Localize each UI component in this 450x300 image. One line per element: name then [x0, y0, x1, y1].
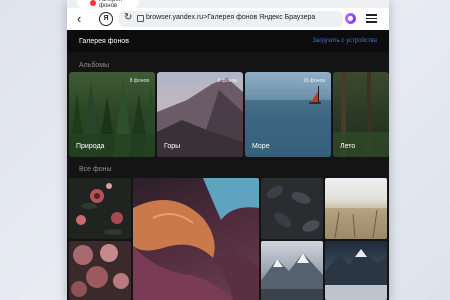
album-count: 8 фонов [129, 78, 149, 84]
snow-mountains-image [261, 253, 323, 300]
page-title: Галерея фонов [79, 38, 129, 45]
album-count: 8 фонов [217, 78, 237, 84]
wallpaper-tile-dark-leaves[interactable] [261, 178, 323, 239]
album-card-nature[interactable]: 8 фонов Природа [69, 72, 155, 157]
misty-peaks-image [325, 249, 387, 300]
browser-window: Галерея фонов ‹ Я ↻ browser.yandex.ru>Га… [67, 0, 389, 300]
tab-strip: Галерея фонов [67, 0, 389, 9]
album-label: Лето [340, 143, 356, 150]
yandex-tab-icon [90, 0, 96, 6]
hamburger-menu-icon[interactable] [366, 14, 377, 23]
roses-image [71, 244, 129, 297]
album-card-summer[interactable]: Лето [333, 72, 389, 157]
yandex-home-button[interactable]: Я [99, 12, 113, 26]
wallpaper-tile-roses[interactable] [69, 241, 131, 300]
album-count: 16 фонов [302, 78, 325, 84]
albums-section-title: Альбомы [79, 62, 110, 69]
album-card-mountains[interactable]: 8 фонов Горы [157, 72, 243, 157]
wallpaper-tile-field[interactable] [325, 178, 387, 239]
url-text[interactable]: browser.yandex.ru>Галерея фонов Яндекс Б… [146, 14, 315, 21]
field-image [325, 208, 387, 239]
back-arrow-icon[interactable]: ‹ [77, 12, 81, 25]
wallpaper-tile-canyon[interactable] [133, 178, 259, 300]
url-field[interactable]: ↻ browser.yandex.ru>Галерея фонов Яндекс… [119, 11, 343, 27]
canyon-image [133, 178, 259, 300]
album-label: Природа [76, 143, 105, 150]
dark-leaves-image [266, 185, 320, 232]
wallpaper-tile-misty-peaks[interactable] [325, 241, 387, 300]
address-bar: ‹ Я ↻ browser.yandex.ru>Галерея фонов Ян… [67, 8, 389, 31]
all-backgrounds-section-title: Все фоны [79, 166, 112, 173]
wallpaper-tile-snow-mountains[interactable] [261, 241, 323, 300]
album-label: Горы [164, 143, 181, 150]
alice-assistant-icon[interactable] [345, 13, 356, 24]
upload-from-device-link[interactable]: Загрузить с устройства [312, 38, 377, 44]
page-header: Галерея фонов Загрузить с устройства [67, 30, 389, 52]
active-tab[interactable]: Галерея фонов [77, 0, 139, 9]
lock-icon [137, 15, 144, 22]
flowers-image [76, 183, 123, 235]
wallpaper-tile-flowers[interactable] [69, 178, 131, 239]
album-label: Море [252, 143, 270, 150]
reload-icon[interactable]: ↻ [124, 12, 132, 23]
album-card-sea[interactable]: 16 фонов Море [245, 72, 331, 157]
